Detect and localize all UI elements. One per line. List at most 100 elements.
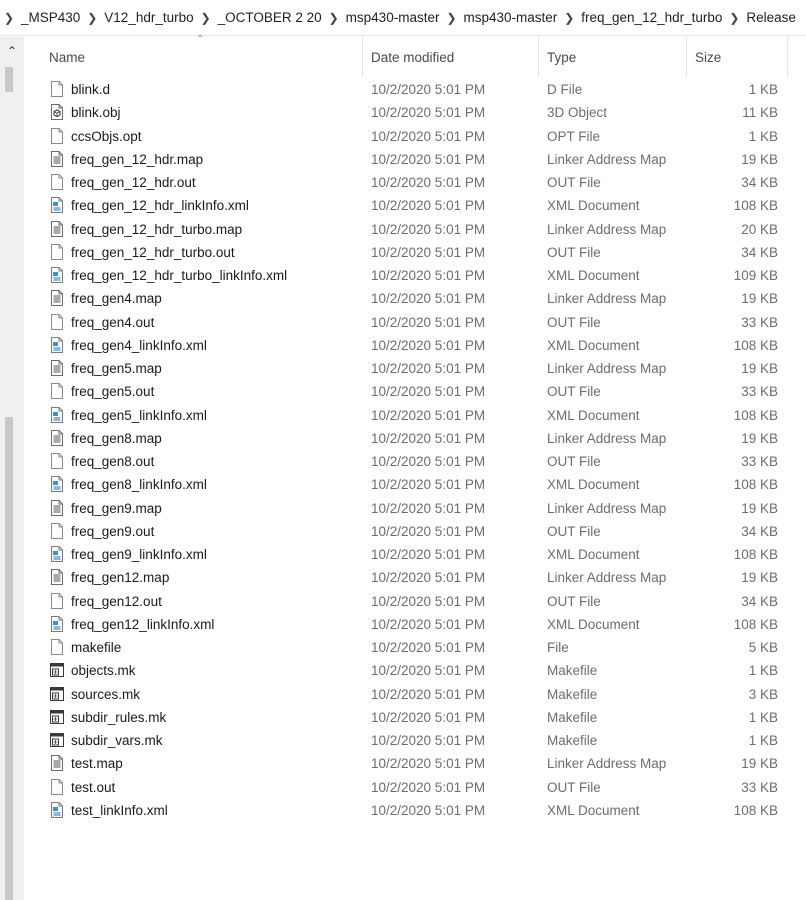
column-header-date-modified[interactable]: Date modified [364, 37, 539, 77]
file-row[interactable]: freq_gen4_linkInfo.xml 10/2/2020 5:01 PM… [24, 334, 806, 357]
file-row[interactable]: subdir_vars.mk 10/2/2020 5:01 PM Makefil… [24, 729, 806, 752]
file-row[interactable]: freq_gen5.out 10/2/2020 5:01 PM OUT File… [24, 380, 806, 403]
breadcrumb-segment[interactable]: msp430-master [460, 10, 560, 25]
file-row[interactable]: freq_gen_12_hdr.map 10/2/2020 5:01 PM Li… [24, 148, 806, 171]
scroll-up-icon[interactable]: ⌃ [0, 37, 24, 65]
vertical-scrollbar[interactable]: ⌃ [0, 37, 24, 900]
file-row[interactable]: freq_gen_12_hdr_turbo_linkInfo.xml 10/2/… [24, 264, 806, 287]
file-row[interactable]: freq_gen8.out 10/2/2020 5:01 PM OUT File… [24, 450, 806, 473]
file-row[interactable]: blink.obj 10/2/2020 5:01 PM 3D Object 11… [24, 101, 806, 124]
scroll-thumb[interactable] [5, 417, 13, 900]
file-row[interactable]: freq_gen12.map 10/2/2020 5:01 PM Linker … [24, 566, 806, 589]
chevron-right-icon[interactable]: ❯ [83, 11, 101, 25]
chevron-right-icon[interactable]: ❯ [725, 11, 743, 25]
file-size: 1 KB [748, 709, 778, 725]
file-row[interactable]: freq_gen_12_hdr_linkInfo.xml 10/2/2020 5… [24, 194, 806, 217]
file-row[interactable]: subdir_rules.mk 10/2/2020 5:01 PM Makefi… [24, 706, 806, 729]
file-name: freq_gen_12_hdr_turbo_linkInfo.xml [71, 268, 288, 283]
scroll-track[interactable] [5, 67, 13, 900]
file-row[interactable]: blink.d 10/2/2020 5:01 PM D File 1 KB [24, 78, 806, 101]
file-name: freq_gen9.map [71, 500, 162, 516]
file-date-modified: 10/2/2020 5:01 PM [371, 291, 486, 307]
file-name: freq_gen4.map [71, 291, 162, 307]
chevron-right-icon[interactable]: ❯ [442, 11, 460, 25]
file-row[interactable]: sources.mk 10/2/2020 5:01 PM Makefile 3 … [24, 683, 806, 706]
file-size: 3 KB [748, 686, 778, 702]
column-header-size[interactable]: Size [688, 37, 788, 77]
file-row[interactable]: freq_gen_12_hdr.out 10/2/2020 5:01 PM OU… [24, 171, 806, 194]
file-type: XML Document [547, 337, 640, 353]
file-row[interactable]: test_linkInfo.xml 10/2/2020 5:01 PM XML … [24, 799, 806, 822]
chevron-right-icon[interactable]: ❯ [560, 11, 578, 25]
file-list: blink.d 10/2/2020 5:01 PM D File 1 KB bl… [24, 78, 806, 822]
file-date-modified: 10/2/2020 5:01 PM [371, 593, 486, 609]
file-row[interactable]: objects.mk 10/2/2020 5:01 PM Makefile 1 … [24, 659, 806, 682]
file-date-modified: 10/2/2020 5:01 PM [371, 314, 486, 330]
file-name: freq_gen8_linkInfo.xml [71, 477, 207, 493]
file-date-modified: 10/2/2020 5:01 PM [371, 756, 486, 772]
file-size: 19 KB [741, 361, 778, 376]
breadcrumb-segment[interactable]: _MSP430 [18, 10, 83, 25]
file-name: freq_gen_12_hdr_turbo.out [71, 244, 235, 260]
3d-object-file-icon [50, 104, 64, 121]
file-row[interactable]: freq_gen_12_hdr_turbo.map 10/2/2020 5:01… [24, 218, 806, 241]
xml-file-icon [50, 267, 64, 283]
chevron-right-icon[interactable]: ❯ [325, 11, 343, 25]
sort-ascending-icon: ⌃ [196, 34, 205, 45]
file-date-modified: 10/2/2020 5:01 PM [371, 663, 486, 679]
file-size: 109 KB [733, 268, 778, 283]
file-date-modified: 10/2/2020 5:01 PM [371, 616, 486, 632]
xml-file-icon [50, 336, 64, 353]
scroll-thumb[interactable] [5, 67, 13, 92]
breadcrumb-segment[interactable]: _OCTOBER 2 20 [215, 10, 325, 25]
breadcrumb-segment-current[interactable]: Release [743, 10, 799, 25]
breadcrumb-segment[interactable]: freq_gen_12_hdr_turbo [578, 10, 725, 25]
blank-file-icon [50, 592, 64, 609]
file-type: OUT File [547, 593, 601, 609]
file-size: 1 KB [748, 82, 778, 97]
file-row[interactable]: test.map 10/2/2020 5:01 PM Linker Addres… [24, 752, 806, 775]
file-row[interactable]: freq_gen_12_hdr_turbo.out 10/2/2020 5:01… [24, 241, 806, 264]
file-date-modified: 10/2/2020 5:01 PM [371, 570, 486, 586]
file-row[interactable]: test.out 10/2/2020 5:01 PM OUT File 33 K… [24, 776, 806, 799]
breadcrumb-segment[interactable]: msp430-master [343, 10, 443, 25]
file-date-modified: 10/2/2020 5:01 PM [371, 384, 486, 400]
file-row[interactable]: ccsObjs.opt 10/2/2020 5:01 PM OPT File 1… [24, 125, 806, 148]
file-row[interactable]: freq_gen5_linkInfo.xml 10/2/2020 5:01 PM… [24, 404, 806, 427]
breadcrumb-segment[interactable]: V12_hdr_turbo [101, 10, 196, 25]
file-type: OUT File [547, 175, 601, 190]
file-name: freq_gen_12_hdr.out [71, 175, 196, 190]
column-header-name[interactable]: ⌃ Name [24, 34, 363, 77]
column-header-row: ⌃ Name Date modified Type Size [24, 34, 806, 77]
file-row[interactable]: freq_gen9.map 10/2/2020 5:01 PM Linker A… [24, 497, 806, 520]
file-date-modified: 10/2/2020 5:01 PM [371, 547, 486, 562]
file-date-modified: 10/2/2020 5:01 PM [371, 779, 486, 795]
file-row[interactable]: freq_gen12_linkInfo.xml 10/2/2020 5:01 P… [24, 613, 806, 636]
file-type: Linker Address Map [547, 756, 667, 772]
chevron-right-icon[interactable]: ❯ [0, 11, 18, 25]
file-row[interactable]: freq_gen4.out 10/2/2020 5:01 PM OUT File… [24, 311, 806, 334]
file-date-modified: 10/2/2020 5:01 PM [371, 523, 486, 539]
chevron-right-icon[interactable]: ❯ [197, 11, 215, 25]
blank-file-icon [50, 313, 64, 330]
file-name: blink.d [71, 82, 111, 97]
file-row[interactable]: freq_gen4.map 10/2/2020 5:01 PM Linker A… [24, 287, 806, 310]
blank-file-icon [50, 174, 64, 190]
file-row[interactable]: freq_gen9.out 10/2/2020 5:01 PM OUT File… [24, 520, 806, 543]
file-row[interactable]: freq_gen5.map 10/2/2020 5:01 PM Linker A… [24, 357, 806, 380]
file-type: Linker Address Map [547, 570, 667, 586]
file-date-modified: 10/2/2020 5:01 PM [371, 477, 486, 493]
file-name: objects.mk [71, 663, 136, 679]
file-size: 19 KB [741, 756, 778, 772]
file-row[interactable]: freq_gen8.map 10/2/2020 5:01 PM Linker A… [24, 427, 806, 450]
file-type: OUT File [547, 314, 601, 330]
file-row[interactable]: freq_gen8_linkInfo.xml 10/2/2020 5:01 PM… [24, 473, 806, 496]
file-row[interactable]: freq_gen9_linkInfo.xml 10/2/2020 5:01 PM… [24, 543, 806, 566]
xml-file-icon [50, 406, 64, 423]
text-file-icon [50, 569, 64, 586]
column-header-type[interactable]: Type [540, 37, 687, 77]
file-row[interactable]: freq_gen12.out 10/2/2020 5:01 PM OUT Fil… [24, 590, 806, 613]
file-type: Makefile [547, 686, 598, 702]
file-type: Linker Address Map [547, 500, 667, 516]
file-row[interactable]: makefile 10/2/2020 5:01 PM File 5 KB [24, 636, 806, 659]
